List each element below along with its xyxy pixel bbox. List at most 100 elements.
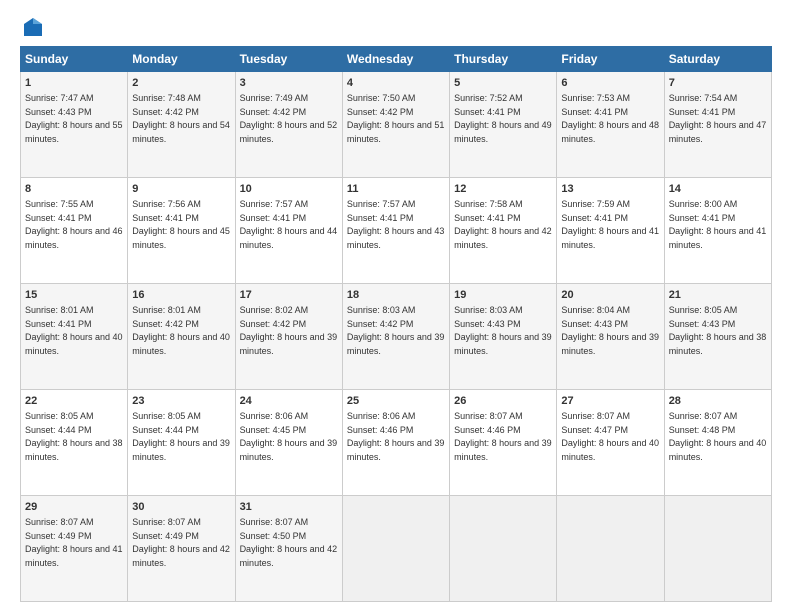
day-number: 27 xyxy=(561,394,659,409)
week-row-4: 22 Sunrise: 8:05 AMSunset: 4:44 PMDayligh… xyxy=(21,390,772,496)
day-info: Sunrise: 8:07 AMSunset: 4:49 PMDaylight:… xyxy=(25,517,123,568)
day-number: 23 xyxy=(132,394,230,409)
day-info: Sunrise: 8:00 AMSunset: 4:41 PMDaylight:… xyxy=(669,199,767,250)
day-info: Sunrise: 8:01 AMSunset: 4:42 PMDaylight:… xyxy=(132,305,230,356)
day-number: 6 xyxy=(561,76,659,91)
day-number: 8 xyxy=(25,182,123,197)
day-cell: 18 Sunrise: 8:03 AMSunset: 4:42 PMDayligh… xyxy=(342,284,449,390)
day-cell: 28Sunrise: 8:07 AMSunset: 4:48 PMDayligh… xyxy=(664,390,771,496)
day-cell: 31 Sunrise: 8:07 AMSunset: 4:50 PMDayligh… xyxy=(235,496,342,602)
day-number: 7 xyxy=(669,76,767,91)
day-cell: 1 Sunrise: 7:47 AMSunset: 4:43 PMDaylight… xyxy=(21,72,128,178)
day-info: Sunrise: 7:48 AMSunset: 4:42 PMDaylight:… xyxy=(132,93,230,144)
day-number: 19 xyxy=(454,288,552,303)
day-info: Sunrise: 8:07 AMSunset: 4:49 PMDaylight:… xyxy=(132,517,230,568)
weekday-header-monday: Monday xyxy=(128,47,235,72)
day-info: Sunrise: 7:55 AMSunset: 4:41 PMDaylight:… xyxy=(25,199,123,250)
day-info: Sunrise: 8:06 AMSunset: 4:46 PMDaylight:… xyxy=(347,411,445,462)
day-info: Sunrise: 8:02 AMSunset: 4:42 PMDaylight:… xyxy=(240,305,338,356)
day-number: 11 xyxy=(347,182,445,197)
day-number: 31 xyxy=(240,500,338,515)
day-cell: 20 Sunrise: 8:04 AMSunset: 4:43 PMDayligh… xyxy=(557,284,664,390)
day-number: 10 xyxy=(240,182,338,197)
day-cell: 10 Sunrise: 7:57 AMSunset: 4:41 PMDayligh… xyxy=(235,178,342,284)
day-info: Sunrise: 7:53 AMSunset: 4:41 PMDaylight:… xyxy=(561,93,659,144)
logo-icon xyxy=(22,16,44,38)
page: SundayMondayTuesdayWednesdayThursdayFrid… xyxy=(0,0,792,612)
day-cell: 29Sunrise: 8:07 AMSunset: 4:49 PMDayligh… xyxy=(21,496,128,602)
day-info: Sunrise: 8:05 AMSunset: 4:43 PMDaylight:… xyxy=(669,305,767,356)
day-info: Sunrise: 7:56 AMSunset: 4:41 PMDaylight:… xyxy=(132,199,230,250)
day-info: Sunrise: 7:58 AMSunset: 4:41 PMDaylight:… xyxy=(454,199,552,250)
header xyxy=(20,16,772,38)
day-info: Sunrise: 8:05 AMSunset: 4:44 PMDaylight:… xyxy=(25,411,123,462)
day-cell: 16 Sunrise: 8:01 AMSunset: 4:42 PMDayligh… xyxy=(128,284,235,390)
day-cell: 11Sunrise: 7:57 AMSunset: 4:41 PMDayligh… xyxy=(342,178,449,284)
day-cell: 19 Sunrise: 8:03 AMSunset: 4:43 PMDayligh… xyxy=(450,284,557,390)
day-info: Sunrise: 8:07 AMSunset: 4:48 PMDaylight:… xyxy=(669,411,767,462)
day-number: 12 xyxy=(454,182,552,197)
day-cell: 30Sunrise: 8:07 AMSunset: 4:49 PMDayligh… xyxy=(128,496,235,602)
day-cell: 7 Sunrise: 7:54 AMSunset: 4:41 PMDaylight… xyxy=(664,72,771,178)
week-row-1: 1 Sunrise: 7:47 AMSunset: 4:43 PMDaylight… xyxy=(21,72,772,178)
day-cell: 13 Sunrise: 7:59 AMSunset: 4:41 PMDayligh… xyxy=(557,178,664,284)
day-number: 13 xyxy=(561,182,659,197)
day-number: 21 xyxy=(669,288,767,303)
day-cell: 6 Sunrise: 7:53 AMSunset: 4:41 PMDaylight… xyxy=(557,72,664,178)
day-info: Sunrise: 7:59 AMSunset: 4:41 PMDaylight:… xyxy=(561,199,659,250)
day-number: 18 xyxy=(347,288,445,303)
day-number: 9 xyxy=(132,182,230,197)
day-info: Sunrise: 7:52 AMSunset: 4:41 PMDaylight:… xyxy=(454,93,552,144)
day-cell: 4Sunrise: 7:50 AMSunset: 4:42 PMDaylight… xyxy=(342,72,449,178)
day-number: 20 xyxy=(561,288,659,303)
day-info: Sunrise: 8:04 AMSunset: 4:43 PMDaylight:… xyxy=(561,305,659,356)
weekday-header-row: SundayMondayTuesdayWednesdayThursdayFrid… xyxy=(21,47,772,72)
week-row-2: 8 Sunrise: 7:55 AMSunset: 4:41 PMDaylight… xyxy=(21,178,772,284)
weekday-header-friday: Friday xyxy=(557,47,664,72)
day-cell xyxy=(450,496,557,602)
day-info: Sunrise: 8:07 AMSunset: 4:46 PMDaylight:… xyxy=(454,411,552,462)
day-number: 17 xyxy=(240,288,338,303)
day-cell xyxy=(664,496,771,602)
day-number: 16 xyxy=(132,288,230,303)
day-cell: 14 Sunrise: 8:00 AMSunset: 4:41 PMDayligh… xyxy=(664,178,771,284)
weekday-header-saturday: Saturday xyxy=(664,47,771,72)
day-cell: 23Sunrise: 8:05 AMSunset: 4:44 PMDayligh… xyxy=(128,390,235,496)
day-cell: 9 Sunrise: 7:56 AMSunset: 4:41 PMDaylight… xyxy=(128,178,235,284)
day-cell: 26Sunrise: 8:07 AMSunset: 4:46 PMDayligh… xyxy=(450,390,557,496)
day-cell: 24Sunrise: 8:06 AMSunset: 4:45 PMDayligh… xyxy=(235,390,342,496)
day-cell: 3 Sunrise: 7:49 AMSunset: 4:42 PMDaylight… xyxy=(235,72,342,178)
day-cell: 15 Sunrise: 8:01 AMSunset: 4:41 PMDayligh… xyxy=(21,284,128,390)
day-cell xyxy=(557,496,664,602)
day-info: Sunrise: 8:03 AMSunset: 4:43 PMDaylight:… xyxy=(454,305,552,356)
weekday-header-tuesday: Tuesday xyxy=(235,47,342,72)
day-cell: 12 Sunrise: 7:58 AMSunset: 4:41 PMDayligh… xyxy=(450,178,557,284)
day-number: 1 xyxy=(25,76,123,91)
day-info: Sunrise: 8:07 AMSunset: 4:47 PMDaylight:… xyxy=(561,411,659,462)
day-number: 14 xyxy=(669,182,767,197)
week-row-3: 15 Sunrise: 8:01 AMSunset: 4:41 PMDayligh… xyxy=(21,284,772,390)
day-cell: 8 Sunrise: 7:55 AMSunset: 4:41 PMDaylight… xyxy=(21,178,128,284)
day-cell: 22 Sunrise: 8:05 AMSunset: 4:44 PMDayligh… xyxy=(21,390,128,496)
day-number: 15 xyxy=(25,288,123,303)
day-number: 22 xyxy=(25,394,123,409)
day-cell: 2Sunrise: 7:48 AMSunset: 4:42 PMDaylight… xyxy=(128,72,235,178)
day-number: 5 xyxy=(454,76,552,91)
day-cell xyxy=(342,496,449,602)
day-number: 3 xyxy=(240,76,338,91)
weekday-header-sunday: Sunday xyxy=(21,47,128,72)
day-info: Sunrise: 7:47 AMSunset: 4:43 PMDaylight:… xyxy=(25,93,123,144)
day-info: Sunrise: 8:06 AMSunset: 4:45 PMDaylight:… xyxy=(240,411,338,462)
weekday-header-thursday: Thursday xyxy=(450,47,557,72)
day-info: Sunrise: 7:57 AMSunset: 4:41 PMDaylight:… xyxy=(240,199,338,250)
day-info: Sunrise: 8:03 AMSunset: 4:42 PMDaylight:… xyxy=(347,305,445,356)
day-number: 25 xyxy=(347,394,445,409)
logo xyxy=(20,16,44,38)
day-cell: 5 Sunrise: 7:52 AMSunset: 4:41 PMDaylight… xyxy=(450,72,557,178)
week-row-5: 29Sunrise: 8:07 AMSunset: 4:49 PMDayligh… xyxy=(21,496,772,602)
day-info: Sunrise: 8:01 AMSunset: 4:41 PMDaylight:… xyxy=(25,305,123,356)
day-cell: 17 Sunrise: 8:02 AMSunset: 4:42 PMDayligh… xyxy=(235,284,342,390)
day-info: Sunrise: 7:54 AMSunset: 4:41 PMDaylight:… xyxy=(669,93,767,144)
day-info: Sunrise: 7:49 AMSunset: 4:42 PMDaylight:… xyxy=(240,93,338,144)
day-info: Sunrise: 8:07 AMSunset: 4:50 PMDaylight:… xyxy=(240,517,338,568)
